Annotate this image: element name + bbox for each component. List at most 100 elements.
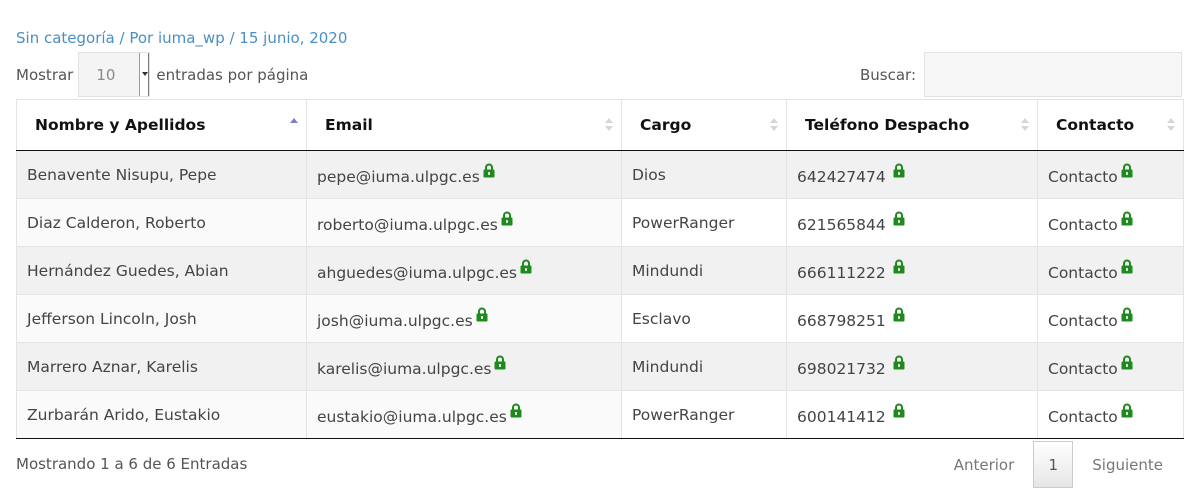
cell-contact[interactable]: Contacto <box>1037 150 1184 199</box>
sort-icon[interactable] <box>770 117 778 133</box>
sort-icon[interactable] <box>605 117 613 133</box>
lock-icon <box>893 403 905 418</box>
cell-email-text: roberto@iuma.ulpgc.es <box>317 216 498 234</box>
lock-icon <box>893 355 905 370</box>
table-row: Jefferson Lincoln, Josh josh@iuma.ulpgc.e… <box>16 294 1184 343</box>
column-header[interactable]: Contacto <box>1037 99 1184 151</box>
lock-icon <box>893 163 905 178</box>
lock-icon <box>1121 307 1133 322</box>
sort-icon[interactable] <box>1021 117 1029 133</box>
cell-cargo: Mindundi <box>621 246 787 295</box>
cell-phone: 621565844 <box>786 198 1038 247</box>
cell-email[interactable]: ahguedes@iuma.ulpgc.es <box>306 246 622 295</box>
pagination: Anterior 1 Siguiente <box>935 441 1182 488</box>
cell-contact[interactable]: Contacto <box>1037 390 1184 439</box>
cell-email[interactable]: roberto@iuma.ulpgc.es <box>306 198 622 247</box>
cell-email-text: eustakio@iuma.ulpgc.es <box>317 408 507 426</box>
cell-contact[interactable]: Contacto <box>1037 198 1184 247</box>
contacts-table: Nombre y Apellidos Email Cargo Teléfono Des… <box>16 99 1184 439</box>
entries-per-page-select[interactable]: 10 <box>78 52 151 97</box>
cell-phone: 600141412 <box>786 390 1038 439</box>
search-label: Buscar: <box>859 65 916 84</box>
table-info: Mostrando 1 a 6 de 6 Entradas <box>16 455 248 473</box>
table-body: Benavente Nisupu, Pepe pepe@iuma.ulpgc.es… <box>16 150 1184 439</box>
lock-icon <box>510 403 522 418</box>
table-row: Zurbarán Arido, Eustakio eustakio@iuma.ul… <box>16 390 1184 439</box>
cell-cargo: PowerRanger <box>621 198 787 247</box>
cell-name: Diaz Calderon, Roberto <box>16 198 307 247</box>
cell-contact-text: Contacto <box>1048 168 1118 186</box>
cell-phone: 642427474 <box>786 150 1038 199</box>
cell-contact-text: Contacto <box>1048 264 1118 282</box>
column-header[interactable]: Nombre y Apellidos <box>16 99 307 151</box>
column-header[interactable]: Teléfono Despacho <box>786 99 1038 151</box>
cell-name: Hernández Guedes, Abian <box>16 246 307 295</box>
cell-name-text: Diaz Calderon, Roberto <box>27 213 206 232</box>
cell-name-text: Benavente Nisupu, Pepe <box>27 165 217 184</box>
cell-phone: 668798251 <box>786 294 1038 343</box>
cell-name-text: Hernández Guedes, Abian <box>27 261 229 280</box>
lock-icon <box>893 259 905 274</box>
entries-per-page-value: 10 <box>96 66 116 84</box>
cell-email[interactable]: josh@iuma.ulpgc.es <box>306 294 622 343</box>
column-header-label: Contacto <box>1056 116 1135 134</box>
lock-icon <box>501 211 513 226</box>
cell-email-text: pepe@iuma.ulpgc.es <box>317 168 480 186</box>
cell-email-text: ahguedes@iuma.ulpgc.es <box>317 264 517 282</box>
cell-cargo-text: Dios <box>632 165 666 184</box>
cell-name: Benavente Nisupu, Pepe <box>16 150 307 199</box>
cell-cargo-text: Mindundi <box>632 357 704 376</box>
cell-contact[interactable]: Contacto <box>1037 342 1184 391</box>
cell-name: Jefferson Lincoln, Josh <box>16 294 307 343</box>
cell-contact-text: Contacto <box>1048 408 1118 426</box>
chevron-down-icon[interactable] <box>139 53 150 96</box>
table-row: Marrero Aznar, Karelis karelis@iuma.ulpgc… <box>16 342 1184 391</box>
cell-email[interactable]: eustakio@iuma.ulpgc.es <box>306 390 622 439</box>
lock-icon <box>1121 163 1133 178</box>
cell-cargo: Esclavo <box>621 294 787 343</box>
table-row: Benavente Nisupu, Pepe pepe@iuma.ulpgc.es… <box>16 150 1184 199</box>
search-input[interactable] <box>924 52 1182 97</box>
cell-phone-text: 698021732 <box>797 360 886 378</box>
sort-icon[interactable] <box>1167 117 1175 133</box>
cell-phone-text: 668798251 <box>797 312 886 330</box>
cell-phone-text: 642427474 <box>797 168 886 186</box>
lock-icon <box>1121 355 1133 370</box>
cell-email[interactable]: karelis@iuma.ulpgc.es <box>306 342 622 391</box>
column-header[interactable]: Cargo <box>621 99 787 151</box>
page-1-button[interactable]: 1 <box>1033 441 1074 488</box>
table-header-row: Nombre y Apellidos Email Cargo Teléfono Des… <box>16 99 1184 151</box>
lock-icon <box>483 163 495 178</box>
post-meta: Sin categoría / Por iuma_wp / 15 junio, … <box>16 29 347 47</box>
cell-cargo: PowerRanger <box>621 390 787 439</box>
table-row: Diaz Calderon, Roberto roberto@iuma.ulpgc… <box>16 198 1184 247</box>
column-header-label: Teléfono Despacho <box>805 116 970 134</box>
length-control: Mostrar 10 entradas por página <box>16 51 308 98</box>
cell-contact[interactable]: Contacto <box>1037 294 1184 343</box>
table-row: Hernández Guedes, Abian ahguedes@iuma.ulp… <box>16 246 1184 295</box>
cell-name-text: Jefferson Lincoln, Josh <box>27 309 197 328</box>
cell-phone-text: 666111222 <box>797 264 886 282</box>
cell-cargo-text: Esclavo <box>632 309 691 328</box>
cell-name: Marrero Aznar, Karelis <box>16 342 307 391</box>
next-page-button[interactable]: Siguiente <box>1073 456 1182 474</box>
column-header[interactable]: Email <box>306 99 622 151</box>
cell-email-text: karelis@iuma.ulpgc.es <box>317 360 492 378</box>
cell-email[interactable]: pepe@iuma.ulpgc.es <box>306 150 622 199</box>
cell-email-text: josh@iuma.ulpgc.es <box>317 312 473 330</box>
column-header-label: Cargo <box>640 116 692 134</box>
cell-phone-text: 600141412 <box>797 408 886 426</box>
length-suffix-label: entradas por página <box>156 65 309 84</box>
cell-name: Zurbarán Arido, Eustakio <box>16 390 307 439</box>
previous-page-button[interactable]: Anterior <box>935 456 1034 474</box>
cell-phone: 666111222 <box>786 246 1038 295</box>
lock-icon <box>520 259 532 274</box>
cell-name-text: Marrero Aznar, Karelis <box>27 357 198 376</box>
cell-cargo-text: PowerRanger <box>632 213 735 232</box>
sort-icon[interactable] <box>290 117 298 133</box>
lock-icon <box>494 355 506 370</box>
lock-icon <box>476 307 488 322</box>
cell-cargo-text: Mindundi <box>632 261 704 280</box>
cell-contact[interactable]: Contacto <box>1037 246 1184 295</box>
cell-contact-text: Contacto <box>1048 360 1118 378</box>
